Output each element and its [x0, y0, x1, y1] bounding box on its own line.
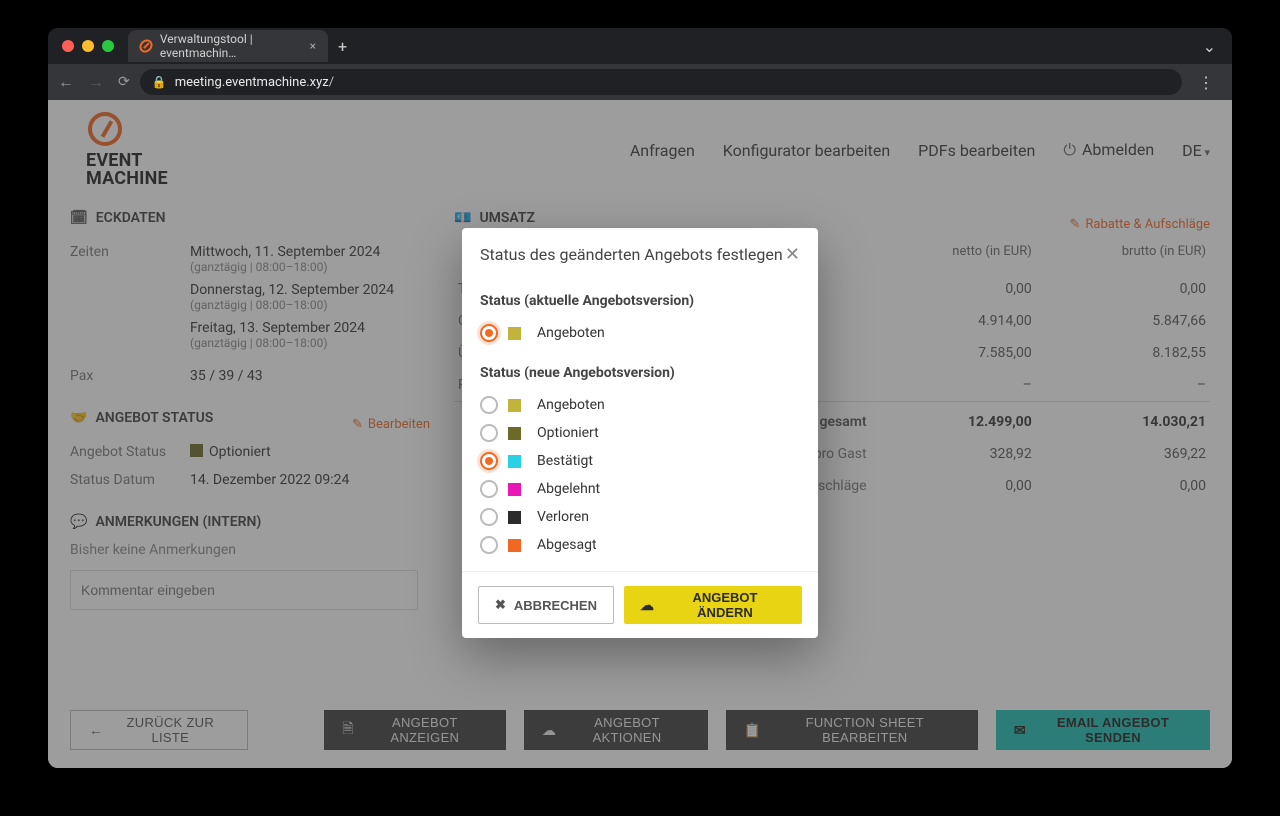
- radio-icon: [480, 480, 498, 498]
- status-swatch-icon: [508, 539, 521, 552]
- cancel-button[interactable]: ✖ABBRECHEN: [478, 586, 614, 624]
- app-viewport: EVENT MACHINE Anfragen Konfigurator bear…: [48, 100, 1232, 768]
- radio-icon: [480, 508, 498, 526]
- new-status-label: Status (neue Angebotsversion): [480, 365, 800, 381]
- radio-icon: [480, 536, 498, 554]
- radio-icon: [480, 452, 498, 470]
- current-status-label: Status (aktuelle Angebotsversion): [480, 293, 800, 309]
- radio-current-angeboten[interactable]: Angeboten: [480, 319, 800, 347]
- radio-new-optioniert[interactable]: Optioniert: [480, 419, 800, 447]
- tabs-menu-icon[interactable]: ⌄: [1203, 37, 1216, 56]
- status-swatch-icon: [508, 483, 521, 496]
- modal-title: Status des geänderten Angebots festlegen: [480, 245, 783, 264]
- status-swatch-icon: [508, 511, 521, 524]
- radio-new-bestatigt[interactable]: Bestätigt: [480, 447, 800, 475]
- window-controls: [62, 40, 114, 52]
- close-tab-icon[interactable]: ×: [310, 39, 316, 53]
- browser-menu-icon[interactable]: ⋮: [1198, 73, 1216, 92]
- status-swatch-icon: [508, 427, 521, 440]
- tab-title: Verwaltungstool | eventmachin…: [160, 32, 296, 60]
- browser-window: Verwaltungstool | eventmachin… × + ⌄ ← →…: [48, 28, 1232, 768]
- browser-tab[interactable]: Verwaltungstool | eventmachin… ×: [128, 30, 328, 62]
- reload-icon[interactable]: ⟳: [118, 74, 130, 90]
- tab-bar: Verwaltungstool | eventmachin… × + ⌄: [48, 28, 1232, 64]
- new-tab-button[interactable]: +: [338, 37, 347, 56]
- back-icon[interactable]: ←: [58, 72, 74, 92]
- address-bar: ← → ⟳ 🔒 meeting.eventmachine.xyz/ ⋮: [48, 64, 1232, 100]
- maximize-window-icon[interactable]: [102, 40, 114, 52]
- radio-new-verloren[interactable]: Verloren: [480, 503, 800, 531]
- status-swatch-icon: [508, 455, 521, 468]
- radio-icon: [480, 396, 498, 414]
- radio-icon: [480, 424, 498, 442]
- status-swatch-icon: [508, 399, 521, 412]
- status-modal: Status des geänderten Angebots festlegen…: [462, 228, 818, 638]
- status-swatch-icon: [508, 327, 521, 340]
- radio-new-abgesagt[interactable]: Abgesagt: [480, 531, 800, 559]
- radio-icon: [480, 324, 498, 342]
- confirm-change-button[interactable]: ANGEBOT ÄNDERN: [624, 586, 802, 624]
- radio-new-angeboten[interactable]: Angeboten: [480, 391, 800, 419]
- favicon-icon: [137, 37, 155, 55]
- radio-new-abgelehnt[interactable]: Abgelehnt: [480, 475, 800, 503]
- forward-icon[interactable]: →: [88, 72, 104, 92]
- cloud-icon: [640, 597, 656, 614]
- close-icon: ✖: [495, 597, 506, 613]
- close-icon[interactable]: ✕: [785, 244, 800, 265]
- url-text: meeting.eventmachine.xyz/: [175, 75, 334, 90]
- lock-icon: 🔒: [152, 75, 167, 89]
- close-window-icon[interactable]: [62, 40, 74, 52]
- url-field[interactable]: 🔒 meeting.eventmachine.xyz/: [140, 69, 1182, 95]
- minimize-window-icon[interactable]: [82, 40, 94, 52]
